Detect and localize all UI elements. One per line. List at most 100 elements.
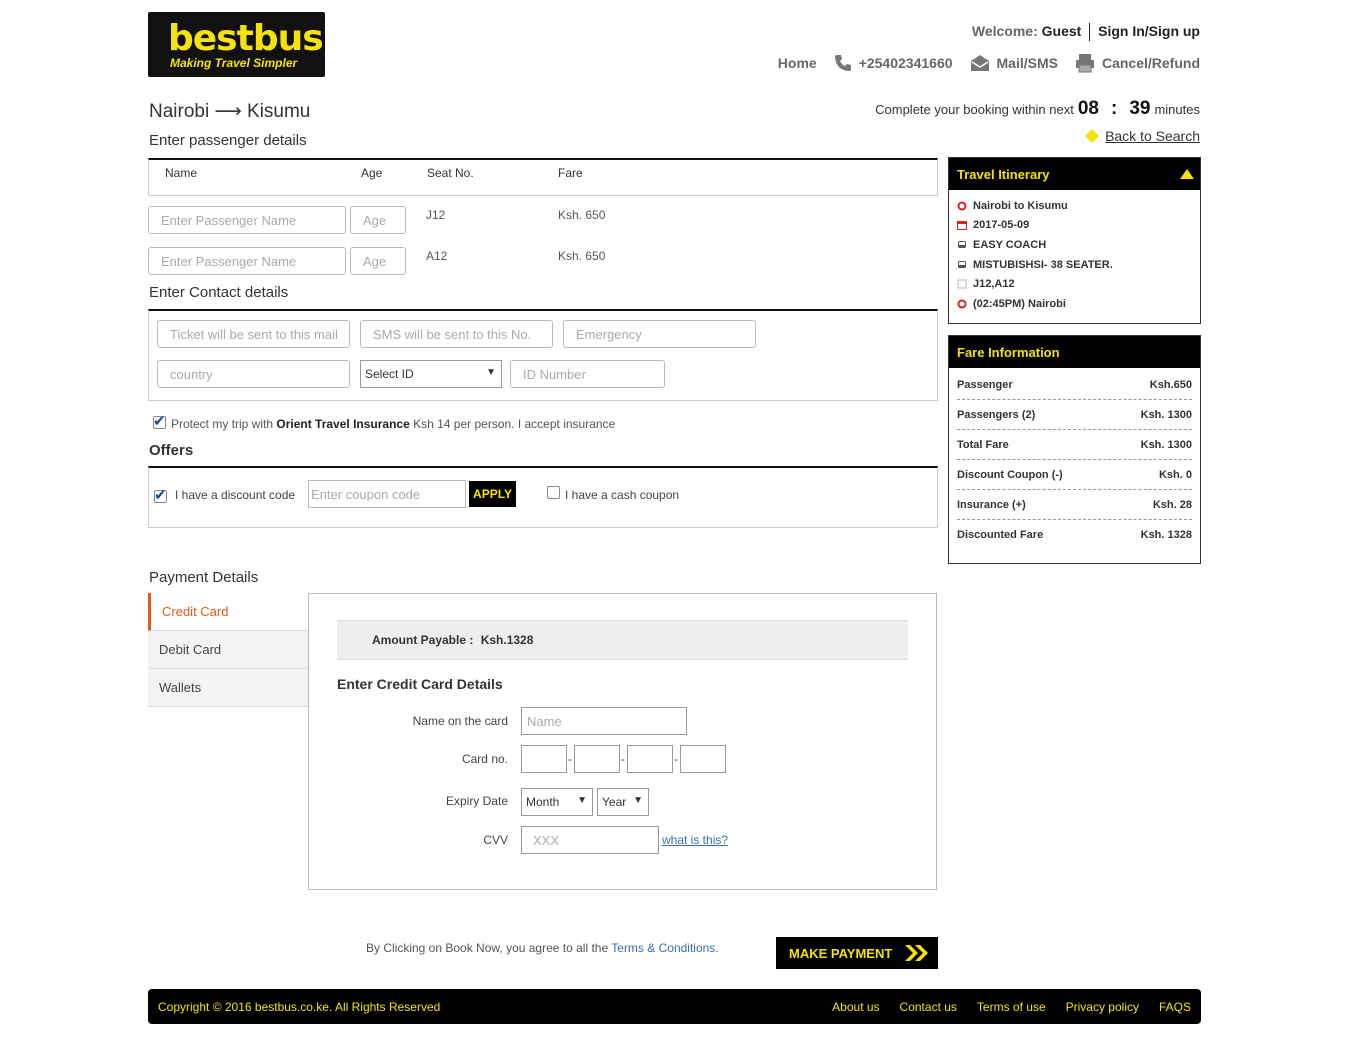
email-field[interactable] — [157, 320, 350, 348]
itinerary-operator-text: EASY COACH — [973, 238, 1047, 251]
fare-row: Discount Coupon (-) Ksh. 0 — [957, 460, 1192, 490]
fare-label: Passenger — [957, 378, 1013, 391]
route-title: Nairobi ⟶ Kisumu — [149, 100, 310, 123]
tab-debit-card[interactable]: Debit Card — [148, 631, 308, 669]
fare-value: Ksh. 1300 — [1140, 408, 1192, 421]
card-number-segment-3[interactable] — [627, 745, 673, 773]
itinerary-header[interactable]: Travel Itinerary — [949, 158, 1200, 190]
user-name: Guest — [1041, 23, 1082, 39]
bus-icon — [958, 240, 966, 248]
signin-link[interactable]: Sign In/Sign up — [1098, 23, 1200, 39]
offers-title: Offers — [149, 442, 194, 459]
card-number-segment-1[interactable] — [521, 745, 567, 773]
footer-link-about[interactable]: About us — [832, 1000, 879, 1014]
id-type-select[interactable]: Select ID ▼ — [360, 360, 502, 388]
collapse-icon[interactable] — [1180, 169, 1194, 179]
top-nav: Home +25402341660 Mail/SMS Cancel/Refund — [778, 52, 1200, 74]
logo[interactable]: bestbus Making Travel Simpler — [148, 12, 325, 77]
timer-unit: minutes — [1154, 102, 1200, 117]
fare-label: Discounted Fare — [957, 529, 1044, 541]
expiry-label: Expiry Date — [445, 794, 508, 808]
nav-mail[interactable]: Mail/SMS — [969, 53, 1058, 73]
itinerary-date: 2017-05-09 — [949, 216, 1200, 236]
itinerary-boarding-text: (02:45PM) Nairobi — [973, 297, 1066, 310]
fare-label: Discount Coupon (-) — [957, 468, 1063, 481]
amount-payable: Amount Payable : Ksh.1328 — [337, 620, 908, 660]
coupon-input[interactable] — [308, 480, 466, 508]
footer-link-contact[interactable]: Contact us — [900, 1000, 957, 1014]
passenger-fare-1: Ksh. 650 — [558, 208, 606, 222]
card-number-segment-4[interactable] — [680, 745, 726, 773]
make-payment-button[interactable]: MAKE PAYMENT — [776, 937, 938, 969]
col-age: Age — [361, 166, 383, 180]
insurance-checkbox[interactable] — [153, 412, 166, 430]
fare-title: Fare Information — [957, 345, 1060, 360]
fare-header: Fare Information — [949, 336, 1200, 368]
insurance-prefix: Protect my trip with — [171, 417, 274, 431]
back-to-search-link[interactable]: Back to Search — [1105, 128, 1200, 144]
amount-value: Ksh.1328 — [480, 633, 534, 647]
footer-link-privacy[interactable]: Privacy policy — [1066, 1000, 1139, 1014]
discount-checkbox[interactable] — [154, 486, 167, 504]
footer-link-faqs[interactable]: FAQS — [1159, 1000, 1191, 1014]
terms-period: . — [715, 941, 719, 955]
terms-agreement: By Clicking on Book Now, you agree to al… — [366, 941, 719, 955]
footer-links: About us Contact us Terms of use Privacy… — [832, 1000, 1191, 1014]
passenger-age-input-2[interactable] — [350, 247, 406, 275]
logo-brand: bestbus — [168, 18, 324, 59]
back-to-search[interactable]: Back to Search — [1085, 128, 1200, 144]
nav-phone[interactable]: +25402341660 — [833, 53, 953, 73]
dropdown-arrow-icon: ▼ — [486, 367, 496, 378]
nav-home[interactable]: Home — [778, 55, 817, 71]
welcome-label: Welcome: — [971, 23, 1038, 39]
sms-field[interactable] — [360, 320, 553, 348]
dropdown-arrow-icon: ▼ — [633, 795, 643, 806]
terms-link[interactable]: Terms & Conditions — [611, 941, 715, 955]
fare-row: Discounted Fare Ksh. 1328 — [957, 520, 1192, 550]
itinerary-operator: EASY COACH — [949, 235, 1200, 255]
card-number-label: Card no. — [461, 752, 508, 766]
fare-row: Passengers (2) Ksh. 1300 — [957, 400, 1192, 430]
discount-label: I have a discount code — [175, 488, 296, 502]
country-field[interactable] — [157, 360, 350, 388]
apply-button[interactable]: APPLY — [469, 481, 516, 507]
itinerary-seats-text: J12,A12 — [973, 278, 1015, 291]
nav-cancel[interactable]: Cancel/Refund — [1074, 52, 1200, 74]
timer-seconds: 39 — [1129, 98, 1151, 119]
itinerary-seats: J12,A12 — [949, 274, 1200, 294]
passenger-name-input-2[interactable] — [148, 247, 346, 275]
divider — [1089, 23, 1091, 42]
cash-coupon-checkbox[interactable] — [547, 486, 560, 499]
id-number-field[interactable] — [510, 360, 665, 388]
footer: Copyright © 2016 bestbus.co.ke. All Righ… — [148, 989, 1201, 1024]
fare-label: Total Fare — [957, 438, 1009, 451]
payment-section-title: Payment Details — [149, 569, 259, 586]
expiry-year-select[interactable]: Year ▼ — [597, 788, 649, 816]
fare-value: Ksh. 1328 — [1140, 529, 1192, 541]
expiry-month-select[interactable]: Month ▼ — [521, 788, 593, 816]
tab-credit-card[interactable]: Credit Card — [148, 593, 308, 631]
emergency-field[interactable] — [563, 320, 756, 348]
dropdown-arrow-icon: ▼ — [577, 795, 587, 806]
expiry-month-value: Month — [526, 795, 560, 809]
arrow-left-icon — [1085, 129, 1100, 143]
tab-wallets[interactable]: Wallets — [148, 669, 308, 707]
passenger-age-input-1[interactable] — [350, 206, 406, 234]
fare-label: Insurance (+) — [957, 498, 1026, 511]
footer-link-terms[interactable]: Terms of use — [977, 1000, 1046, 1014]
card-separator: - — [621, 752, 625, 766]
passenger-table-header: Name Age Seat No. Fare — [148, 158, 938, 196]
card-number-segment-2[interactable] — [574, 745, 620, 773]
cvv-input[interactable] — [521, 826, 659, 854]
passenger-name-input-1[interactable] — [148, 206, 346, 234]
welcome-bar: Welcome: Guest Sign In/Sign up — [971, 23, 1200, 42]
card-name-label: Name on the card — [412, 714, 508, 728]
fare-value: Ksh.650 — [1149, 378, 1192, 391]
nav-home-label: Home — [777, 55, 817, 71]
route-from: Nairobi — [149, 101, 210, 122]
card-separator: - — [568, 752, 572, 766]
card-name-input[interactable] — [521, 707, 687, 735]
timer-text: Complete your booking within next — [875, 102, 1074, 117]
nav-cancel-label: Cancel/Refund — [1101, 55, 1200, 71]
cvv-help-link[interactable]: what is this? — [662, 833, 728, 847]
